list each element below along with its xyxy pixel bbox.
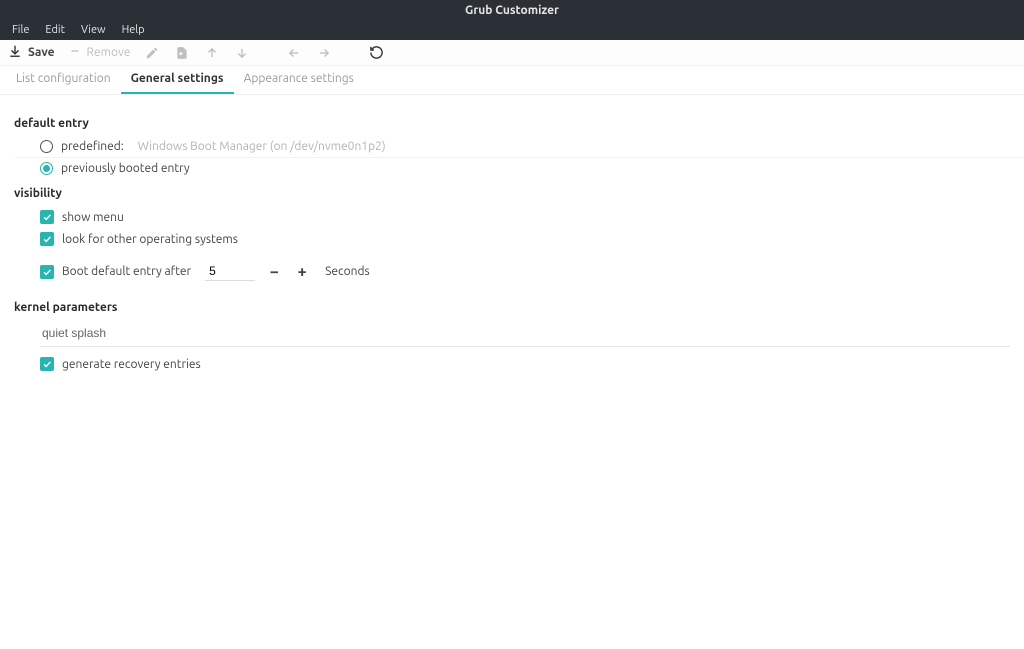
boot-default-label: Boot default entry after [62,265,191,278]
section-visibility-title: visibility [14,187,1010,200]
reload-button[interactable] [368,45,384,61]
row-boot-default: Boot default entry after − + Seconds [14,258,1010,285]
checkbox-look-other-os[interactable] [40,232,54,246]
checkbox-show-menu[interactable] [40,210,54,224]
row-look-other-os: look for other operating systems [14,228,1010,250]
window-title: Grub Customizer [465,4,559,17]
menu-edit[interactable]: Edit [37,22,73,38]
new-entry-button [174,45,190,61]
radio-predefined[interactable] [40,140,53,153]
radio-previously-booted[interactable] [40,162,53,175]
menu-file[interactable]: File [4,22,37,38]
save-label: Save [28,46,55,59]
section-kernel-title: kernel parameters [14,301,1010,314]
edit-entry-button [144,45,160,61]
redo-button [316,45,332,61]
content-area: default entry predefined: Windows Boot M… [0,95,1024,389]
section-default-entry-title: default entry [14,117,1010,130]
generate-recovery-label: generate recovery entries [62,358,201,371]
toolbar: Save Remove [0,40,1024,66]
move-down-button [234,45,250,61]
tab-list-configuration[interactable]: List configuration [6,66,121,94]
row-previously-booted: previously booted entry [14,158,1010,179]
save-icon [8,44,22,61]
row-predefined: predefined: Windows Boot Manager (on /de… [14,136,1024,158]
previously-booted-label: previously booted entry [61,162,190,175]
row-show-menu: show menu [14,206,1010,228]
remove-button: Remove [69,45,131,60]
predefined-select[interactable]: Windows Boot Manager (on /dev/nvme0n1p2) [138,140,386,153]
tabs: List configuration General settings Appe… [0,66,1024,95]
show-menu-label: show menu [62,211,124,224]
undo-button [286,45,302,61]
menu-view[interactable]: View [73,22,114,38]
menu-help[interactable]: Help [114,22,153,38]
timeout-increment[interactable]: + [293,263,311,281]
look-other-os-label: look for other operating systems [62,233,238,246]
remove-label: Remove [87,46,131,59]
row-recovery: generate recovery entries [14,353,1010,375]
menubar: File Edit View Help [0,20,1024,40]
minus-icon [69,45,81,60]
tab-appearance-settings[interactable]: Appearance settings [234,66,364,94]
checkbox-boot-default[interactable] [40,265,54,279]
seconds-label: Seconds [325,265,370,278]
checkbox-generate-recovery[interactable] [40,357,54,371]
timeout-input[interactable] [205,262,255,281]
save-button[interactable]: Save [8,44,55,61]
tab-general-settings[interactable]: General settings [121,66,234,94]
predefined-label: predefined: [61,140,124,153]
timeout-decrement[interactable]: − [265,263,283,281]
move-up-button [204,45,220,61]
window-titlebar: Grub Customizer [0,0,1024,20]
kernel-params-input[interactable] [40,320,1010,347]
